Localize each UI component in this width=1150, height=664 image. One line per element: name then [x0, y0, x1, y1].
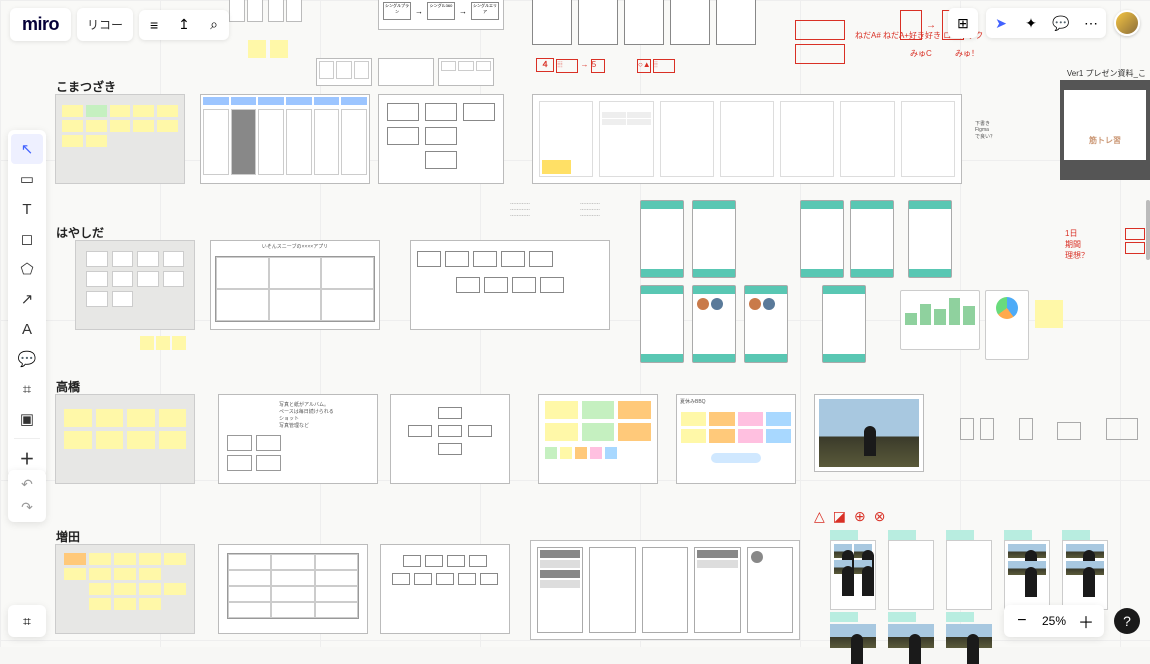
- phone-wire[interactable]: [716, 0, 756, 45]
- menu-icon[interactable]: ≡: [139, 10, 169, 40]
- table-frame[interactable]: [218, 544, 368, 634]
- minimap-toggle[interactable]: ⌗: [8, 605, 46, 637]
- help-button[interactable]: ?: [1114, 608, 1140, 634]
- sticky-tool[interactable]: ◻: [8, 224, 46, 254]
- undo-button[interactable]: ↶: [21, 476, 33, 493]
- phone-mock[interactable]: [908, 200, 952, 278]
- pen-tool[interactable]: A: [8, 314, 46, 344]
- phone-mock[interactable]: [692, 200, 736, 278]
- sticky[interactable]: [270, 40, 288, 58]
- bbq-board[interactable]: 夏休みBBQ: [676, 394, 796, 484]
- section-header: はやしだ: [56, 224, 104, 241]
- comment-tool[interactable]: 💬: [8, 344, 46, 374]
- red-text: みゅ！: [955, 48, 979, 59]
- red-sketch-row: ４ ⦙⦙⦙ → 5 ○▲ ⦙⦙: [536, 58, 756, 73]
- phone-mock[interactable]: [800, 200, 844, 278]
- comment-icon[interactable]: 💬: [1046, 8, 1076, 38]
- phone-mock[interactable]: [640, 200, 684, 278]
- red-icons: △◪⊕⊗: [814, 508, 893, 525]
- add-tool[interactable]: ＋: [8, 443, 46, 473]
- redo-button[interactable]: ↷: [21, 499, 33, 516]
- red-sketch: [795, 20, 855, 80]
- scrollbar[interactable]: [1146, 200, 1150, 260]
- select-tool[interactable]: ↖: [11, 134, 43, 164]
- zoom-control: − 25% ＋: [1004, 605, 1104, 637]
- red-annotation: 1日 期間 理想？: [1065, 228, 1089, 261]
- section-header: 高橋: [56, 378, 80, 395]
- sticky[interactable]: [1035, 300, 1063, 328]
- mini-frame[interactable]: [378, 58, 434, 86]
- apps-icon[interactable]: ⊞: [948, 8, 978, 38]
- frame-tool[interactable]: ▭: [8, 164, 46, 194]
- reactions-icon[interactable]: ✦: [1016, 8, 1046, 38]
- phone-mock[interactable]: [850, 200, 894, 278]
- export-icon[interactable]: ↥: [169, 10, 199, 40]
- more-icon[interactable]: ⋯: [1076, 8, 1106, 38]
- screens-frame[interactable]: [532, 94, 962, 184]
- miro-logo[interactable]: miro: [10, 8, 71, 41]
- search-icon[interactable]: ⌕: [199, 10, 229, 40]
- table-frame[interactable]: 写真と紙がアルバム。 ペースは毎日続けられるショット 写真管理など: [218, 394, 378, 484]
- zoom-value[interactable]: 25%: [1036, 614, 1072, 628]
- flow-diagram[interactable]: [410, 240, 610, 330]
- shape-tool[interactable]: ⬠: [8, 254, 46, 284]
- zoom-out-button[interactable]: −: [1008, 607, 1036, 635]
- miro-canvas[interactable]: シングルプラン → シングル360 → シングルエリア ねだA# ねだA+好き好…: [0, 0, 1150, 647]
- sticky[interactable]: [140, 336, 154, 350]
- phone-wire[interactable]: [670, 0, 710, 45]
- phone-wire[interactable]: [532, 0, 572, 45]
- table-frame[interactable]: [200, 94, 370, 184]
- present-tool[interactable]: ▣: [8, 404, 46, 434]
- mini-frame[interactable]: [438, 58, 494, 86]
- photo-frame[interactable]: [814, 394, 924, 472]
- phone-mock[interactable]: [744, 285, 788, 363]
- board-frame[interactable]: [55, 544, 195, 634]
- flow-frame[interactable]: シングルプラン → シングル360 → シングルエリア: [378, 0, 504, 30]
- grid-tool[interactable]: ⌗: [8, 374, 46, 404]
- phone-mock-pie[interactable]: [985, 290, 1029, 360]
- section-header: こまつざき: [56, 78, 116, 95]
- zoom-in-button[interactable]: ＋: [1072, 607, 1100, 635]
- tool-panel: ↖ ▭ T ◻ ⬠ ↗ A 💬 ⌗ ▣ ＋: [8, 130, 46, 477]
- board-frame[interactable]: [55, 394, 195, 484]
- wireframe[interactable]: [268, 0, 284, 22]
- phone-mock[interactable]: [692, 285, 736, 363]
- wireframe[interactable]: [286, 0, 302, 22]
- wireframe[interactable]: [247, 0, 263, 22]
- wireframe-set[interactable]: [530, 540, 800, 640]
- red-text: みゅC: [910, 48, 932, 59]
- sticky-board[interactable]: [538, 394, 658, 484]
- sticky[interactable]: [248, 40, 266, 58]
- mini-wires[interactable]: [960, 418, 1140, 448]
- sticky[interactable]: [156, 336, 170, 350]
- text-tool[interactable]: T: [8, 194, 46, 224]
- phone-wire[interactable]: [624, 0, 664, 45]
- undo-panel: ↶ ↷: [8, 470, 46, 522]
- phone-mock[interactable]: [640, 285, 684, 363]
- board-title[interactable]: リコー: [77, 8, 133, 41]
- flow-diagram[interactable]: [390, 394, 510, 484]
- phone-mock[interactable]: [822, 285, 866, 363]
- wireframe[interactable]: [229, 0, 245, 22]
- board-frame[interactable]: [75, 240, 195, 330]
- table-frame[interactable]: いそんスニーブの××××アプリ: [210, 240, 380, 330]
- red-sketch: [1125, 228, 1145, 254]
- phone-wire[interactable]: [578, 0, 618, 45]
- board-frame[interactable]: [55, 94, 185, 184]
- flow-diagram[interactable]: [380, 544, 510, 634]
- slide-label: Ver1 プレゼン資料_こ: [1067, 68, 1146, 79]
- mini-frame[interactable]: [316, 58, 372, 86]
- phone-mock-chart[interactable]: [900, 290, 980, 350]
- presentation-slide[interactable]: 筋トレ習: [1060, 80, 1150, 180]
- text-block: ………………………………: [580, 200, 640, 230]
- sticky[interactable]: [172, 336, 186, 350]
- line-tool[interactable]: ↗: [8, 284, 46, 314]
- text-block: ………………………………: [510, 200, 570, 230]
- section-header: 増田: [56, 528, 80, 545]
- cursor-mode-icon[interactable]: ➤: [986, 8, 1016, 38]
- flow-diagram[interactable]: [378, 94, 504, 184]
- user-avatar[interactable]: [1114, 10, 1140, 36]
- figma-note: 下書き Figma で良い？: [975, 120, 995, 140]
